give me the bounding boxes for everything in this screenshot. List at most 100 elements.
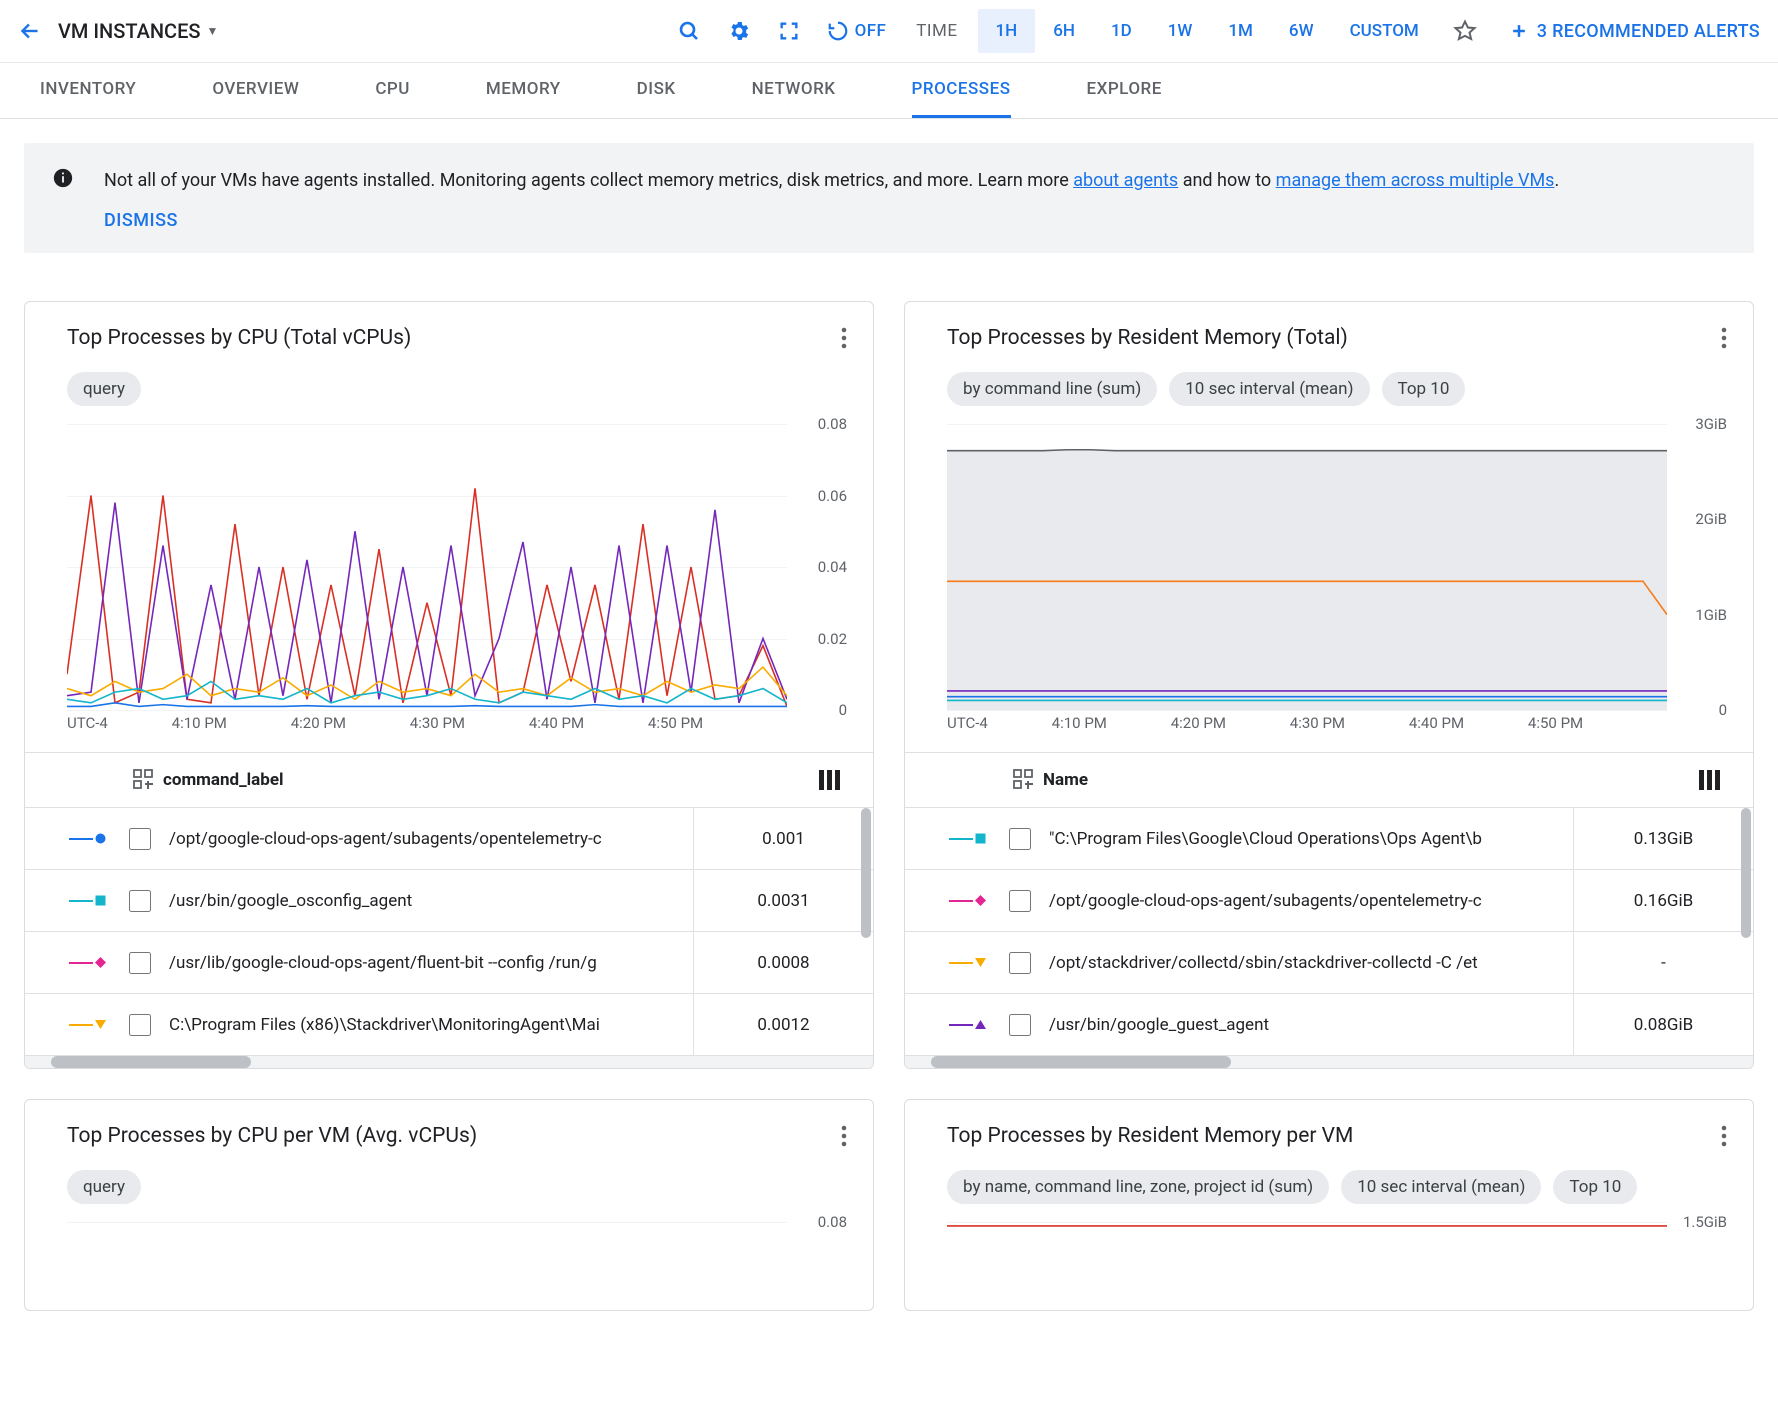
legend-row: /usr/bin/google_osconfig_agent 0.0031 [25,870,873,932]
legend-body: "C:\Program Files\Google\Cloud Operation… [905,808,1753,1056]
series-swatch [69,833,129,844]
vertical-scrollbar[interactable] [1741,808,1751,938]
card-chips: by command line (sum) 10 sec interval (me… [905,350,1753,406]
search-icon[interactable] [667,9,711,53]
auto-refresh-toggle[interactable]: OFF [817,9,897,53]
header-toolbar: VM INSTANCES ▼ OFF TIME 1H6H1D1W1M6WCUST… [0,0,1778,63]
series-swatch [949,895,1009,906]
chip[interactable]: by name, command line, zone, project id … [947,1170,1329,1204]
horizontal-scrollbar[interactable] [25,1056,873,1068]
columns-icon[interactable] [1699,770,1721,790]
tab-cpu[interactable]: CPU [375,63,410,118]
tab-explore[interactable]: EXPLORE [1087,63,1162,118]
memory-per-vm-chart[interactable]: 1.5GiB [947,1222,1727,1302]
banner-message: Not all of your VMs have agents installe… [104,167,1559,194]
caret-down-icon: ▼ [207,24,219,38]
agent-banner: Not all of your VMs have agents installe… [24,143,1754,253]
legend-row: /opt/stackdriver/collectd/sbin/stackdriv… [905,932,1753,994]
time-range-1h[interactable]: 1H [978,9,1036,53]
time-range-1m[interactable]: 1M [1210,9,1271,53]
tab-overview[interactable]: OVERVIEW [212,63,299,118]
series-checkbox[interactable] [1009,952,1031,974]
tab-network[interactable]: NETWORK [752,63,836,118]
card-top-processes-memory: Top Processes by Resident Memory (Total)… [904,301,1754,1069]
card-title: Top Processes by CPU (Total vCPUs) [67,326,411,350]
legend-row: "C:\Program Files\Google\Cloud Operation… [905,808,1753,870]
series-value: 0.0031 [693,870,873,931]
series-value: 0.13GiB [1573,808,1753,869]
dismiss-button[interactable]: DISMISS [104,210,178,231]
time-range-6h[interactable]: 6H [1035,9,1093,53]
card-top-processes-memory-per-vm: Top Processes by Resident Memory per VM … [904,1099,1754,1311]
series-checkbox[interactable] [129,952,151,974]
card-title: Top Processes by CPU per VM (Avg. vCPUs) [67,1124,477,1148]
card-menu-icon[interactable] [1721,1124,1727,1148]
page-title-dropdown[interactable]: VM INSTANCES ▼ [58,19,218,43]
about-agents-link[interactable]: about agents [1073,170,1178,191]
breakdown-icon [1013,769,1035,791]
legend-row: /usr/bin/google_guest_agent 0.08GiB [905,994,1753,1056]
legend-row: /usr/lib/google-cloud-ops-agent/fluent-b… [25,932,873,994]
tab-inventory[interactable]: INVENTORY [40,63,136,118]
series-value: 0.08GiB [1573,994,1753,1055]
legend-column-title: Name [1043,770,1088,790]
cpu-per-vm-chart[interactable]: 0.08 [67,1222,847,1302]
chip[interactable]: query [67,1170,141,1204]
manage-agents-link[interactable]: manage them across multiple VMs [1276,170,1555,191]
series-checkbox[interactable] [129,828,151,850]
fullscreen-icon[interactable] [767,9,811,53]
page-title: VM INSTANCES [58,19,201,43]
chip[interactable]: query [67,372,141,406]
series-swatch [69,957,129,968]
legend-column-title: command_label [163,770,284,790]
vertical-scrollbar[interactable] [861,808,871,938]
info-icon [52,167,76,231]
card-title: Top Processes by Resident Memory (Total) [947,326,1348,350]
tabs: INVENTORY OVERVIEW CPU MEMORY DISK NETWORK PRO… [0,63,1778,119]
series-checkbox[interactable] [1009,890,1031,912]
legend-header: command_label [25,752,873,808]
recommended-alerts-label: 3 RECOMMENDED ALERTS [1537,21,1760,42]
series-swatch [69,895,129,906]
card-menu-icon[interactable] [1721,326,1727,350]
series-checkbox[interactable] [1009,1014,1031,1036]
tab-processes[interactable]: PROCESSES [912,63,1011,118]
back-button[interactable] [8,18,52,44]
series-checkbox[interactable] [1009,828,1031,850]
series-checkbox[interactable] [129,890,151,912]
card-menu-icon[interactable] [841,326,847,350]
tab-disk[interactable]: DISK [637,63,676,118]
time-range-1d[interactable]: 1D [1093,9,1150,53]
chip[interactable]: by command line (sum) [947,372,1157,406]
series-value: 0.16GiB [1573,870,1753,931]
recommended-alerts-button[interactable]: 3 RECOMMENDED ALERTS [1493,21,1760,42]
series-label: /usr/bin/google_osconfig_agent [169,891,693,911]
time-range-custom[interactable]: CUSTOM [1332,9,1437,53]
card-chips: query [25,350,873,406]
legend-row: /opt/google-cloud-ops-agent/subagents/op… [25,808,873,870]
time-label: TIME [902,21,971,41]
series-swatch [949,957,1009,968]
time-range-1w[interactable]: 1W [1150,9,1211,53]
chip[interactable]: Top 10 [1553,1170,1637,1204]
series-label: /opt/stackdriver/collectd/sbin/stackdriv… [1049,953,1573,973]
legend-header: Name [905,752,1753,808]
series-swatch [949,833,1009,844]
memory-chart[interactable]: 01GiB2GiB3GiB UTC-44:10 PM4:20 PM4:30 PM… [947,424,1727,744]
card-top-processes-cpu: Top Processes by CPU (Total vCPUs) query… [24,301,874,1069]
series-value: 0.0012 [693,994,873,1055]
chip[interactable]: 10 sec interval (mean) [1341,1170,1541,1204]
card-menu-icon[interactable] [841,1124,847,1148]
series-swatch [69,1019,129,1030]
series-checkbox[interactable] [129,1014,151,1036]
chip[interactable]: Top 10 [1382,372,1466,406]
series-value: - [1573,932,1753,993]
columns-icon[interactable] [819,770,841,790]
chip[interactable]: 10 sec interval (mean) [1169,372,1369,406]
settings-icon[interactable] [717,9,761,53]
tab-memory[interactable]: MEMORY [486,63,561,118]
star-icon[interactable] [1443,9,1487,53]
horizontal-scrollbar[interactable] [905,1056,1753,1068]
time-range-6w[interactable]: 6W [1271,9,1332,53]
cpu-chart[interactable]: 00.020.040.060.08 UTC-44:10 PM4:20 PM4:3… [67,424,847,744]
